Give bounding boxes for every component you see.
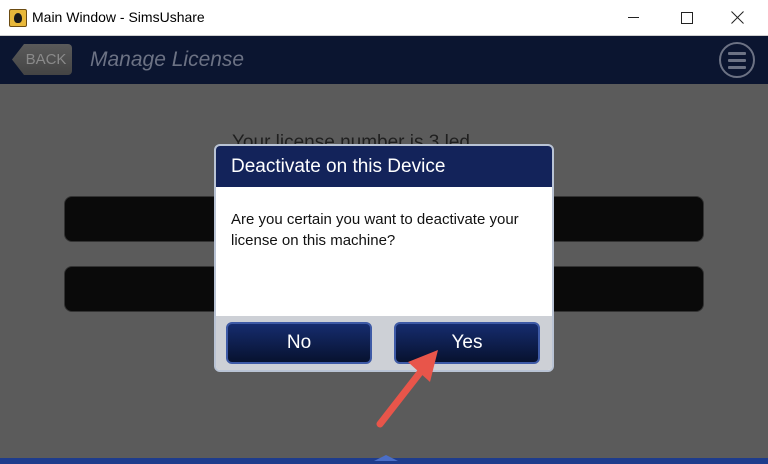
dialog-header: Deactivate on this Device bbox=[216, 146, 552, 187]
menu-line bbox=[728, 65, 746, 69]
minimize-button[interactable] bbox=[610, 0, 656, 35]
no-button[interactable]: No bbox=[226, 322, 372, 364]
back-button[interactable]: BACK bbox=[12, 44, 72, 75]
window-title: Main Window - SimsUshare bbox=[32, 9, 205, 25]
maximize-icon bbox=[681, 11, 693, 24]
deactivate-dialog: Deactivate on this Device Are you certai… bbox=[214, 144, 554, 372]
window-title-bar: Main Window - SimsUshare bbox=[0, 0, 768, 36]
app-header: BACK Manage License bbox=[0, 36, 768, 84]
hamburger-menu-icon[interactable] bbox=[719, 42, 755, 78]
menu-line bbox=[728, 58, 746, 62]
maximize-button[interactable] bbox=[664, 0, 710, 35]
menu-line bbox=[728, 51, 746, 55]
close-icon bbox=[731, 11, 744, 24]
close-button[interactable] bbox=[714, 0, 760, 35]
page-title: Manage License bbox=[90, 48, 245, 71]
bottom-handle-icon[interactable] bbox=[374, 455, 398, 461]
minimize-icon bbox=[627, 17, 639, 18]
dialog-title: Deactivate on this Device bbox=[231, 156, 446, 177]
dialog-message: Are you certain you want to deactivate y… bbox=[231, 211, 519, 249]
app-icon bbox=[9, 9, 27, 27]
annotation-arrow-icon bbox=[376, 350, 438, 428]
